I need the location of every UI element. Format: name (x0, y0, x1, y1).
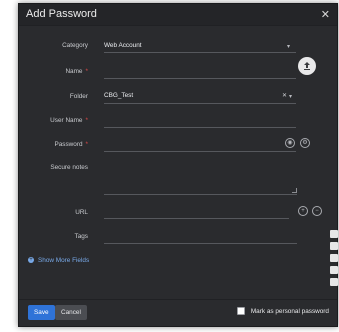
personal-password-option[interactable]: Mark as personal password (236, 307, 329, 315)
show-more-fields-link[interactable]: + Show More Fields (28, 257, 89, 264)
add-circle-icon[interactable]: + (298, 206, 308, 216)
name-label: Name * (29, 68, 88, 75)
name-label-text: Name (65, 68, 83, 75)
show-more-label: Show More Fields (38, 257, 90, 264)
username-label: User Name * (29, 117, 88, 124)
category-label: Category (62, 42, 88, 49)
gear-icon[interactable] (330, 278, 338, 286)
password-label: Password * (29, 141, 88, 148)
close-icon[interactable]: ✕ (321, 8, 330, 21)
required-mark: * (85, 68, 89, 75)
notes-textarea[interactable] (104, 164, 297, 195)
folder-label: Folder (69, 93, 88, 100)
tags-input[interactable] (104, 233, 297, 244)
add-password-dialog: Add Password ✕ Category Web Account ▾ Na… (18, 3, 338, 327)
resize-handle[interactable] (292, 188, 297, 193)
notes-label: Secure notes (50, 164, 88, 171)
camera-icon[interactable] (330, 242, 338, 250)
category-value: Web Account (104, 42, 142, 49)
clear-icon[interactable]: ✕ (282, 92, 287, 99)
name-input[interactable] (104, 68, 296, 79)
personal-password-checkbox[interactable] (236, 307, 245, 315)
url-label: URL (75, 209, 88, 216)
tags-label: Tags (74, 233, 89, 240)
cancel-button[interactable]: Cancel (55, 305, 87, 320)
required-mark: * (85, 141, 89, 148)
pen-icon[interactable] (330, 230, 338, 238)
gallery-icon[interactable] (330, 266, 338, 274)
folder-value: CBG_Test (104, 92, 134, 99)
required-mark: * (85, 117, 89, 124)
upload-icon[interactable] (298, 57, 316, 75)
chevron-down-icon[interactable]: ▾ (287, 43, 290, 50)
url-input[interactable] (104, 208, 289, 219)
upload-icon-glyph (304, 62, 310, 70)
username-label-text: User Name (50, 117, 83, 124)
eye-icon[interactable]: ◉ (285, 138, 295, 148)
dialog-footer: Save Cancel Mark as personal password (19, 299, 337, 326)
username-input[interactable] (104, 117, 296, 128)
password-input[interactable] (104, 141, 296, 152)
video-icon[interactable] (330, 254, 338, 262)
remove-circle-icon[interactable]: − (312, 206, 322, 216)
dialog-titlebar: Add Password ✕ (19, 4, 337, 26)
dialog-title: Add Password (26, 8, 97, 20)
plus-circle-icon: + (28, 257, 34, 264)
chevron-down-icon[interactable]: ▾ (289, 93, 292, 100)
personal-password-label: Mark as personal password (250, 307, 329, 315)
save-button[interactable]: Save (28, 305, 55, 320)
password-label-text: Password (54, 141, 83, 148)
side-toolbar (330, 230, 339, 290)
password-generator-icon[interactable]: ⚙ (300, 138, 310, 148)
